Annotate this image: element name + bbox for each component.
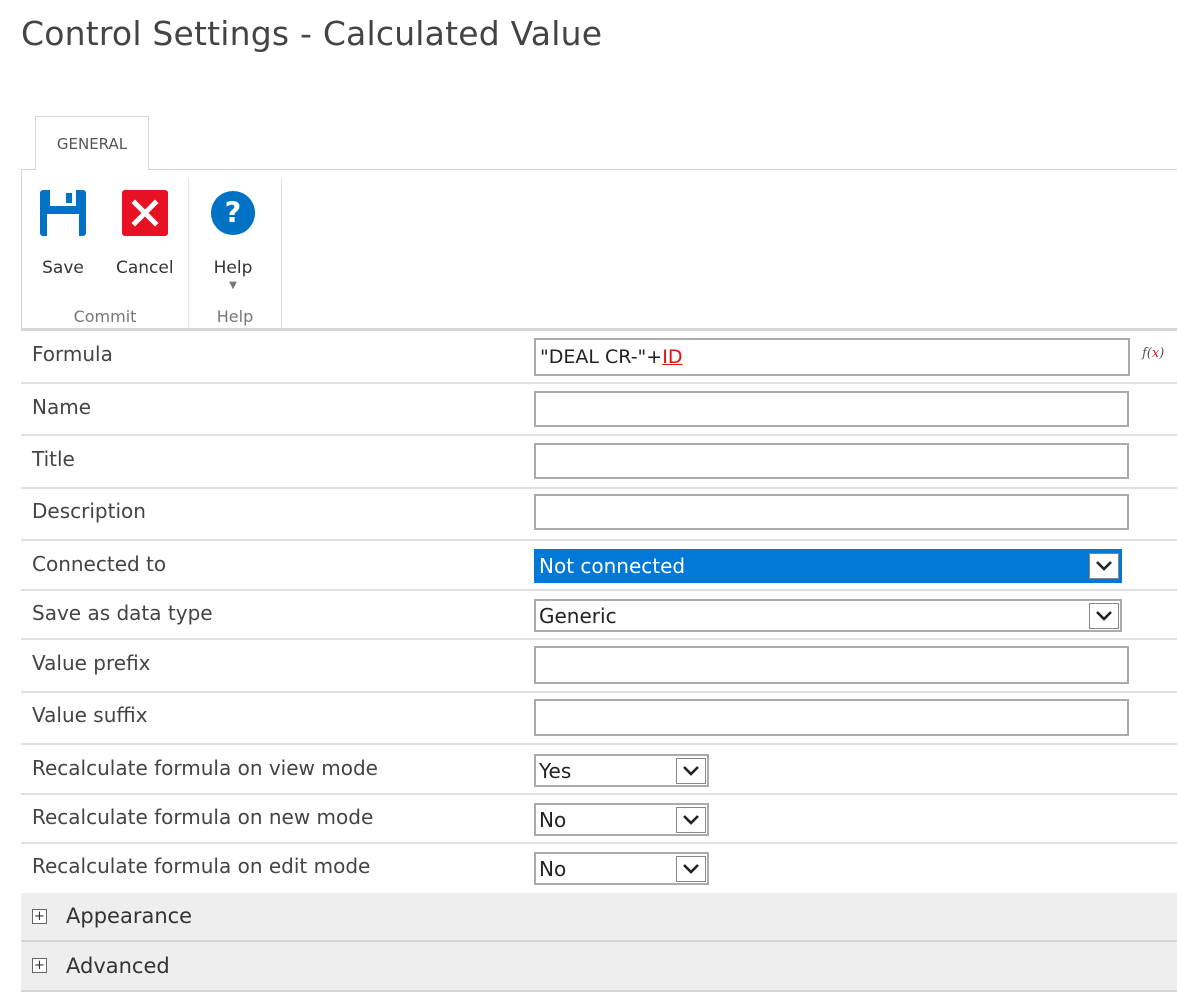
row-connected-to: Connected to Not connected xyxy=(21,541,1177,591)
chevron-down-icon[interactable] xyxy=(676,855,706,882)
save-label: Save xyxy=(42,258,84,278)
recalc-new-select[interactable]: No xyxy=(534,803,709,836)
row-title: Title xyxy=(21,436,1177,489)
data-type-select[interactable]: Generic xyxy=(534,599,1122,632)
help-button[interactable]: ? Help ▼ xyxy=(210,190,256,291)
recalc-view-label: Recalculate formula on view mode xyxy=(32,756,378,780)
recalc-view-value: Yes xyxy=(539,758,572,783)
section-advanced[interactable]: + Advanced xyxy=(21,942,1177,992)
section-appearance[interactable]: + Appearance xyxy=(21,893,1177,942)
value-prefix-label: Value prefix xyxy=(32,651,151,675)
formula-text: "DEAL CR-"+ xyxy=(540,346,663,368)
settings-form: Formula "DEAL CR-"+ ID f(x) Name Title De… xyxy=(21,331,1177,992)
recalc-edit-label: Recalculate formula on edit mode xyxy=(32,854,371,878)
chevron-down-icon[interactable] xyxy=(1089,553,1119,579)
row-data-type: Save as data type Generic xyxy=(21,591,1177,640)
ribbon-group-commit: Save Cancel Commit xyxy=(22,178,188,328)
chevron-down-icon[interactable] xyxy=(676,806,706,833)
save-button[interactable]: Save xyxy=(40,190,86,278)
help-label: Help xyxy=(213,258,253,278)
recalc-edit-select[interactable]: No xyxy=(534,852,709,885)
value-suffix-input[interactable] xyxy=(534,699,1129,736)
chevron-down-icon[interactable] xyxy=(1089,602,1119,629)
recalc-new-label: Recalculate formula on new mode xyxy=(32,805,374,829)
fx-icon[interactable]: f(x) xyxy=(1142,346,1164,361)
row-name: Name xyxy=(21,384,1177,436)
title-label: Title xyxy=(32,447,75,471)
ribbon: Save Cancel Commit ? Help ▼ Help xyxy=(21,169,1177,331)
row-value-suffix: Value suffix xyxy=(21,693,1177,745)
name-input[interactable] xyxy=(534,391,1129,427)
value-prefix-input[interactable] xyxy=(534,646,1129,684)
help-icon: ? xyxy=(210,190,256,236)
formula-input[interactable]: "DEAL CR-"+ ID xyxy=(534,338,1130,376)
formula-label: Formula xyxy=(32,342,113,366)
connected-to-select[interactable]: Not connected xyxy=(534,549,1122,583)
name-label: Name xyxy=(32,395,92,419)
row-value-prefix: Value prefix xyxy=(21,640,1177,693)
tab-general[interactable]: GENERAL xyxy=(35,116,149,170)
expand-icon[interactable]: + xyxy=(32,958,47,973)
row-formula: Formula "DEAL CR-"+ ID f(x) xyxy=(21,331,1177,384)
value-suffix-label: Value suffix xyxy=(32,703,148,727)
section-appearance-label: Appearance xyxy=(66,904,193,928)
formula-reference-id[interactable]: ID xyxy=(662,346,682,368)
cancel-button[interactable]: Cancel xyxy=(116,190,174,278)
page-title: Control Settings - Calculated Value xyxy=(21,14,603,53)
chevron-down-icon[interactable] xyxy=(676,757,706,784)
save-icon xyxy=(40,190,86,236)
connected-to-label: Connected to xyxy=(32,552,167,576)
cancel-label: Cancel xyxy=(116,258,174,278)
row-recalc-view: Recalculate formula on view mode Yes xyxy=(21,745,1177,795)
section-advanced-label: Advanced xyxy=(66,954,170,978)
recalc-edit-value: No xyxy=(539,856,567,881)
ribbon-separator xyxy=(281,178,282,328)
recalc-view-select[interactable]: Yes xyxy=(534,754,709,787)
ribbon-group-help: ? Help ▼ Help xyxy=(189,178,281,328)
row-recalc-new: Recalculate formula on new mode No xyxy=(21,795,1177,844)
cancel-icon xyxy=(121,190,168,236)
title-input[interactable] xyxy=(534,443,1129,479)
ribbon-group-label-help: Help xyxy=(216,307,254,326)
svg-text:?: ? xyxy=(225,196,242,230)
chevron-down-icon[interactable]: ▼ xyxy=(229,280,237,291)
description-label: Description xyxy=(32,499,146,523)
description-input[interactable] xyxy=(534,494,1129,530)
data-type-value: Generic xyxy=(539,603,617,628)
ribbon-group-label-commit: Commit xyxy=(73,307,137,326)
data-type-label: Save as data type xyxy=(32,601,213,625)
row-description: Description xyxy=(21,489,1177,541)
expand-icon[interactable]: + xyxy=(32,909,47,924)
connected-to-value: Not connected xyxy=(539,554,686,578)
row-recalc-edit: Recalculate formula on edit mode No xyxy=(21,844,1177,893)
recalc-new-value: No xyxy=(539,807,567,832)
